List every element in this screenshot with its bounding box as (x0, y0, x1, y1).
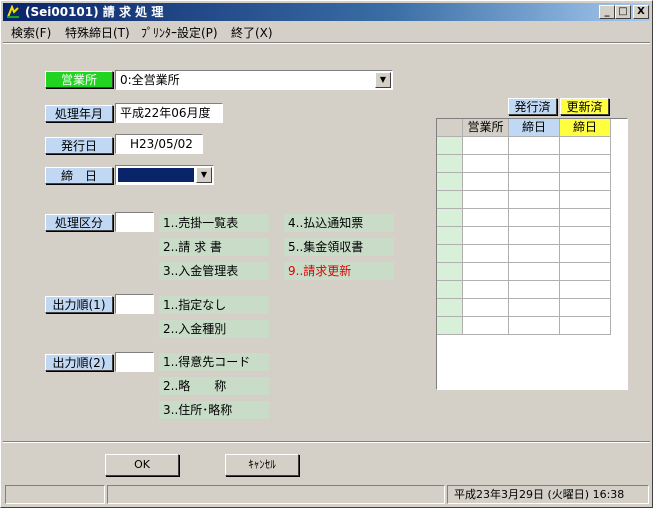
type-option-5[interactable]: 5..集金領収書 (284, 238, 394, 256)
button-separator (3, 441, 650, 443)
grid-cell[interactable] (463, 299, 509, 317)
grid-row-header[interactable] (437, 209, 463, 227)
order2-option-2[interactable]: 2..略 称 (159, 377, 269, 395)
grid-cell[interactable] (463, 245, 509, 263)
grid-cell[interactable] (560, 209, 611, 227)
process-type-label: 処理区分 (45, 214, 113, 231)
grid-row-header[interactable] (437, 137, 463, 155)
status-pane-2 (107, 485, 445, 504)
grid-row-header[interactable] (437, 191, 463, 209)
grid-cell[interactable] (560, 137, 611, 155)
maximize-button[interactable]: □ (615, 5, 631, 19)
grid-header-close-day-updated: 締日 (560, 119, 611, 137)
grid-header-office: 営業所 (463, 119, 509, 137)
grid-cell[interactable] (509, 281, 560, 299)
type-option-2[interactable]: 2..請 求 書 (159, 238, 269, 256)
close-day-select[interactable]: ▼ (115, 165, 214, 185)
menu-bar: 検索(F) 特殊締日(T) ﾌﾟﾘﾝﾀｰ設定(P) 終了(X) (3, 22, 650, 41)
status-datetime: 平成23年3月29日 (火曜日) 16:38 (447, 485, 649, 504)
grid-cell[interactable] (509, 155, 560, 173)
grid-cell[interactable] (509, 263, 560, 281)
grid-cell[interactable] (509, 209, 560, 227)
grid-row-header[interactable] (437, 281, 463, 299)
minimize-button[interactable]: _ (599, 5, 615, 19)
order2-input[interactable] (115, 352, 154, 372)
grid-cell[interactable] (560, 317, 611, 335)
process-type-input[interactable] (115, 212, 154, 232)
grid-cell[interactable] (509, 173, 560, 191)
close-day-selection (118, 168, 194, 182)
grid-cell[interactable] (463, 209, 509, 227)
office-label: 営業所 (45, 71, 113, 88)
app-icon (7, 5, 19, 18)
issue-date-field[interactable]: H23/05/02 (115, 134, 203, 154)
order2-option-1[interactable]: 1..得意先コード (159, 353, 269, 371)
grid-cell[interactable] (560, 281, 611, 299)
chevron-down-icon[interactable]: ▼ (375, 72, 391, 88)
app-window: (Sei00101) 請 求 処 理 _ □ X 検索(F) 特殊締日(T) ﾌ… (0, 0, 653, 508)
type-option-3[interactable]: 3..入金管理表 (159, 262, 269, 280)
grid-row-header[interactable] (437, 317, 463, 335)
grid-cell[interactable] (509, 227, 560, 245)
issue-date-label: 発行日 (45, 137, 113, 154)
grid-cell[interactable] (509, 191, 560, 209)
grid-cell[interactable] (463, 263, 509, 281)
grid-row-header[interactable] (437, 155, 463, 173)
grid-cell[interactable] (463, 191, 509, 209)
issued-badge: 発行済 (508, 98, 557, 115)
ok-button[interactable]: OK (105, 454, 179, 476)
type-option-9[interactable]: 9..請求更新 (284, 262, 394, 280)
month-field[interactable]: 平成22年06月度 (115, 103, 223, 123)
grid-row-header[interactable] (437, 227, 463, 245)
grid-cell[interactable] (463, 227, 509, 245)
grid-cell[interactable] (463, 155, 509, 173)
month-label: 処理年月 (45, 105, 113, 122)
grid-cell[interactable] (509, 245, 560, 263)
grid-cell[interactable] (560, 245, 611, 263)
order1-option-1[interactable]: 1..指定なし (159, 296, 269, 314)
close-button[interactable]: X (633, 5, 649, 19)
grid-row-header[interactable] (437, 173, 463, 191)
window-title: (Sei00101) 請 求 処 理 (25, 5, 164, 19)
grid-cell[interactable] (560, 173, 611, 191)
grid-cell[interactable] (560, 227, 611, 245)
grid-corner (437, 119, 463, 137)
menu-printer-settings[interactable]: ﾌﾟﾘﾝﾀｰ設定(P) (141, 24, 218, 41)
grid-cell[interactable] (560, 299, 611, 317)
type-option-4[interactable]: 4..払込通知票 (284, 214, 394, 232)
order1-label: 出力順(1) (45, 296, 113, 313)
order2-label: 出力順(2) (45, 354, 113, 371)
menu-special-close[interactable]: 特殊締日(T) (65, 24, 130, 41)
updated-badge: 更新済 (560, 98, 609, 115)
menu-search[interactable]: 検索(F) (11, 24, 51, 41)
grid-row-header[interactable] (437, 299, 463, 317)
close-date-grid[interactable]: 営業所 締日 締日 (436, 118, 628, 390)
order1-input[interactable] (115, 294, 154, 314)
grid-row-header[interactable] (437, 263, 463, 281)
office-select-value: 0:全営業所 (120, 73, 180, 87)
close-day-label: 締 日 (45, 167, 113, 184)
menu-exit[interactable]: 終了(X) (231, 24, 273, 41)
type-option-1[interactable]: 1..売掛一覧表 (159, 214, 269, 232)
grid-row-header[interactable] (437, 245, 463, 263)
order2-option-3[interactable]: 3..住所･略称 (159, 401, 269, 419)
grid-cell[interactable] (509, 317, 560, 335)
grid-cell[interactable] (509, 137, 560, 155)
grid-cell[interactable] (463, 173, 509, 191)
title-bar: (Sei00101) 請 求 処 理 _ □ X (3, 3, 650, 21)
grid-cell[interactable] (560, 191, 611, 209)
order1-option-2[interactable]: 2..入金種別 (159, 320, 269, 338)
grid-cell[interactable] (463, 317, 509, 335)
grid-cell[interactable] (560, 155, 611, 173)
grid-cell[interactable] (509, 299, 560, 317)
status-pane-1 (5, 485, 105, 504)
grid-cell[interactable] (463, 137, 509, 155)
menu-separator (3, 42, 650, 44)
grid-cell[interactable] (560, 263, 611, 281)
office-select[interactable]: 0:全営業所 ▼ (115, 70, 393, 90)
grid-cell[interactable] (463, 281, 509, 299)
cancel-button[interactable]: ｷｬﾝｾﾙ (225, 454, 299, 476)
grid-header-close-day: 締日 (509, 119, 560, 137)
chevron-down-icon[interactable]: ▼ (196, 167, 212, 183)
